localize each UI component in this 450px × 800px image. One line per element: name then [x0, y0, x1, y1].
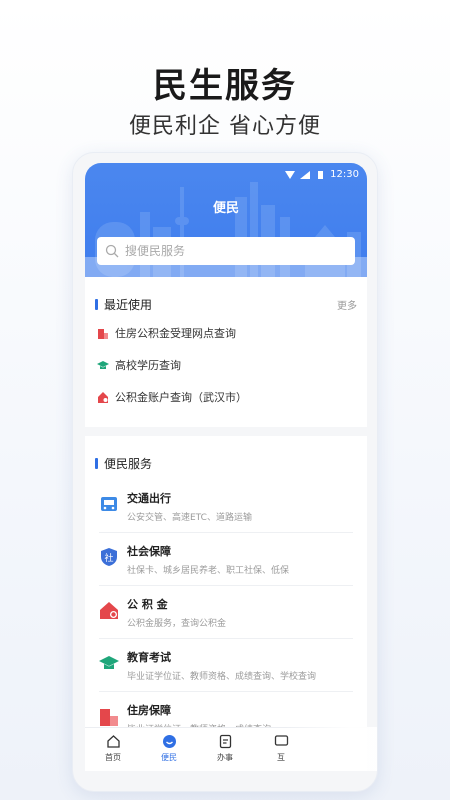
battery-icon [318, 170, 324, 179]
service-item-housing-fund[interactable]: 公 积 金 公积金服务，查询公积金 [99, 586, 353, 639]
tab-label: 办事 [217, 753, 233, 762]
service-name: 社会保障 [127, 545, 171, 558]
tab-label: 互 [277, 753, 285, 762]
app-header: 12:30 便民 [85, 163, 367, 277]
recent-item-label: 住房公积金受理网点查询 [115, 327, 236, 340]
service-item-education[interactable]: 教育考试 毕业证学位证、教师资格、成绩查询、学校查询 [99, 639, 353, 692]
section-marker [95, 298, 98, 310]
services-section-header: 便民服务 [85, 436, 367, 472]
tab-affairs[interactable]: 办事 [197, 728, 253, 771]
recent-card: 最近使用 更多 住房公积金受理网点查询 高校学历查询 公积金账户查询（武汉市） [85, 277, 367, 427]
recent-item[interactable]: 公积金账户查询（武汉市） [85, 381, 367, 413]
tab-label: 便民 [161, 753, 177, 762]
recent-item-label: 公积金账户查询（武汉市） [115, 391, 247, 404]
status-bar: 12:30 [285, 169, 359, 180]
svg-text:社: 社 [104, 552, 113, 564]
hero-title: 民生服务 [153, 66, 297, 106]
more-link[interactable]: 更多 [337, 297, 357, 312]
service-name: 交通出行 [127, 492, 171, 505]
tab-label: 首页 [105, 753, 121, 762]
services-title: 便民服务 [104, 456, 153, 471]
bus-icon [101, 497, 117, 511]
housing-guarantee-icon [100, 709, 118, 726]
graduation-cap-icon [99, 656, 119, 669]
service-desc: 社保卡、城乡居民养老、职工社保、低保 [127, 566, 290, 576]
phone-mockup: 12:30 便民 最近使用 更多 住房公积金受理网点查询 [72, 152, 378, 792]
recent-title: 最近使用 [104, 297, 153, 312]
service-desc: 毕业证学位证、教师资格、成绩查询、学校查询 [127, 672, 317, 682]
tabbar-fade [285, 727, 377, 771]
status-time: 12:30 [330, 169, 359, 180]
smile-icon [162, 735, 176, 748]
recent-item[interactable]: 住房公积金受理网点查询 [85, 317, 367, 349]
hero-subtitle: 便民利企 省心方便 [129, 114, 321, 139]
graduation-cap-icon [97, 361, 109, 369]
tab-convenience[interactable]: 便民 [141, 728, 197, 771]
services-card: 便民服务 交通出行 公安交管、高速ETC、道路运输 社 社会保障 社保卡、城乡居… [85, 436, 367, 736]
housing-fund-icon [100, 602, 118, 619]
service-desc: 公积金服务，查询公积金 [127, 619, 227, 629]
home-icon [106, 735, 120, 748]
recent-item[interactable]: 高校学历查询 [85, 349, 367, 381]
wifi-icon [285, 170, 296, 179]
search-icon [105, 244, 119, 258]
recent-item-label: 高校学历查询 [115, 359, 181, 372]
section-marker [95, 457, 98, 469]
recent-section-header: 最近使用 更多 [85, 277, 367, 313]
service-name: 住房保障 [127, 704, 171, 717]
tab-home[interactable]: 首页 [85, 728, 141, 771]
document-icon [219, 734, 231, 749]
service-desc: 公安交管、高速ETC、道路运输 [127, 513, 252, 523]
service-name: 公 积 金 [127, 598, 168, 611]
service-item-transport[interactable]: 交通出行 公安交管、高速ETC、道路运输 [99, 480, 353, 533]
header-title: 便民 [212, 201, 239, 216]
social-security-shield-icon: 社 [101, 548, 117, 566]
service-item-social-security[interactable]: 社 社会保障 社保卡、城乡居民养老、职工社保、低保 [99, 533, 353, 586]
home-fund-icon [98, 392, 108, 403]
search-box[interactable] [97, 237, 355, 265]
house-icon [98, 329, 108, 339]
service-name: 教育考试 [127, 651, 171, 664]
signal-icon [300, 170, 311, 179]
search-input[interactable] [125, 244, 345, 258]
